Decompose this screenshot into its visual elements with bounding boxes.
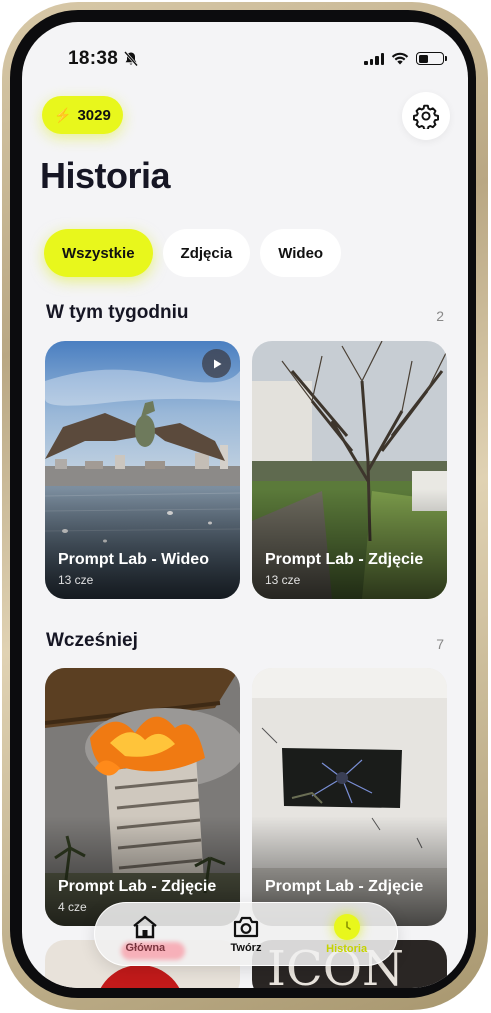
history-icon — [333, 913, 360, 940]
credits-badge[interactable]: ⚡ 3029 — [42, 96, 123, 134]
card-title: Prompt Lab - Zdjęcie — [265, 551, 424, 568]
section-count-earlier: 7 — [436, 636, 444, 652]
battery-icon — [416, 52, 447, 65]
status-time: 18:38 — [68, 48, 119, 69]
history-card-video[interactable]: Prompt Lab - Wideo 13 cze — [45, 341, 240, 599]
section-count-this-week: 2 — [436, 308, 444, 324]
filter-all[interactable]: Wszystkie — [44, 229, 153, 277]
wifi-icon — [391, 52, 409, 65]
credits-value: 3029 — [77, 106, 111, 124]
section-title-earlier: Wcześniej — [46, 630, 138, 651]
play-button[interactable] — [202, 349, 231, 378]
filter-photos[interactable]: Zdjęcia — [162, 229, 251, 277]
filter-tabs: Wszystkie Zdjęcia Wideo — [44, 229, 342, 277]
tab-history[interactable]: Historia — [307, 913, 387, 955]
bolt-icon: ⚡ — [54, 106, 72, 123]
bottom-tab-bar: Główna Twórz Historia — [94, 902, 398, 966]
tab-label: Historia — [326, 942, 368, 955]
gear-icon — [413, 104, 439, 129]
bell-slash-icon — [124, 51, 138, 67]
cellular-signal-icon — [364, 52, 384, 65]
tab-create[interactable]: Twórz — [206, 915, 286, 954]
card-date: 13 cze — [265, 573, 301, 587]
tab-home[interactable]: Główna — [105, 915, 186, 960]
card-title: Prompt Lab - Zdjęcie — [265, 878, 424, 895]
tab-label: Twórz — [230, 941, 262, 954]
card-date: 13 cze — [58, 573, 94, 587]
card-title: Prompt Lab - Zdjęcie — [58, 878, 217, 895]
status-indicators — [364, 52, 447, 65]
play-icon — [213, 359, 221, 368]
history-card-photo[interactable]: Prompt Lab - Zdjęcie 4 cze — [45, 668, 240, 926]
home-icon — [133, 915, 158, 938]
page-title: Historia — [40, 155, 171, 196]
filter-videos[interactable]: Wideo — [260, 229, 342, 277]
camera-icon — [233, 916, 259, 937]
app-screen: 18:38 ⚡ 3029 Historia Wszystkie Zdjęcia … — [22, 22, 468, 988]
history-card-photo[interactable]: Prompt Lab - Zdjęcie 13 cze — [252, 341, 447, 599]
history-card-photo[interactable]: Prompt Lab - Zdjęcie — [252, 668, 447, 926]
card-date: 4 cze — [58, 900, 87, 914]
settings-button[interactable] — [402, 92, 450, 140]
section-title-this-week: W tym tygodniu — [46, 302, 189, 323]
card-title: Prompt Lab - Wideo — [58, 551, 209, 568]
